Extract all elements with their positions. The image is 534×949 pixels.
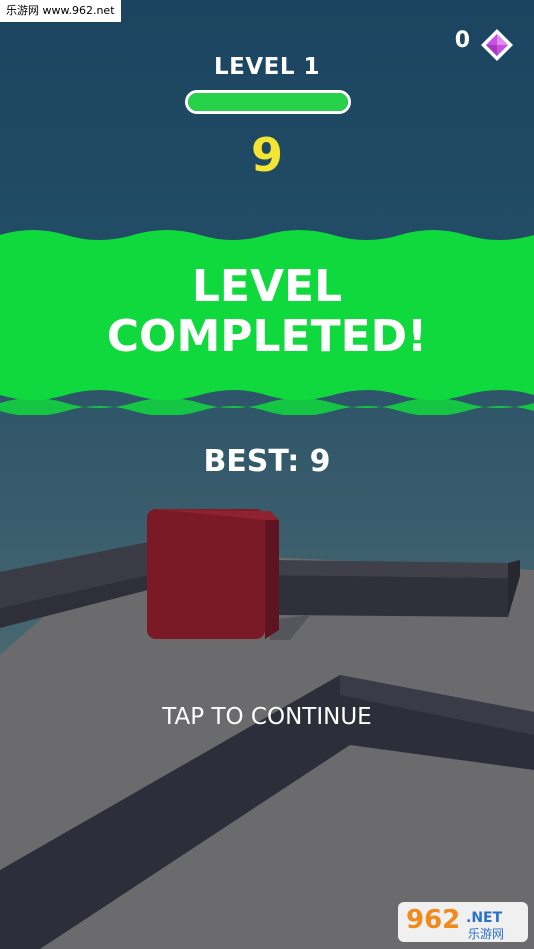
gem-count: 0 [454, 28, 470, 53]
level-progress-fill [188, 93, 348, 111]
watermark-site-text: 乐游网 www.962.net [0, 0, 121, 22]
banner-line-2: COMPLETED! [106, 311, 428, 362]
watermark-logo: 962 .NET 乐游网 [398, 902, 528, 942]
player-cube [147, 509, 279, 639]
level-progress-bar [185, 90, 351, 114]
banner-title: LEVEL COMPLETED! [0, 262, 534, 362]
game-screen[interactable]: LEVEL COMPLETED! 0 LEVEL 1 9 BEST: 9 TAP… [0, 0, 534, 949]
svg-text:.NET: .NET [466, 910, 503, 926]
tap-to-continue[interactable]: TAP TO CONTINUE [0, 704, 534, 730]
svg-text:乐游网: 乐游网 [468, 927, 504, 941]
level-title: LEVEL 1 [213, 54, 321, 80]
banner-line-1: LEVEL [191, 261, 343, 312]
score-value: 9 [250, 128, 283, 182]
svg-text:962: 962 [406, 905, 460, 935]
best-score: BEST: 9 [203, 444, 331, 479]
